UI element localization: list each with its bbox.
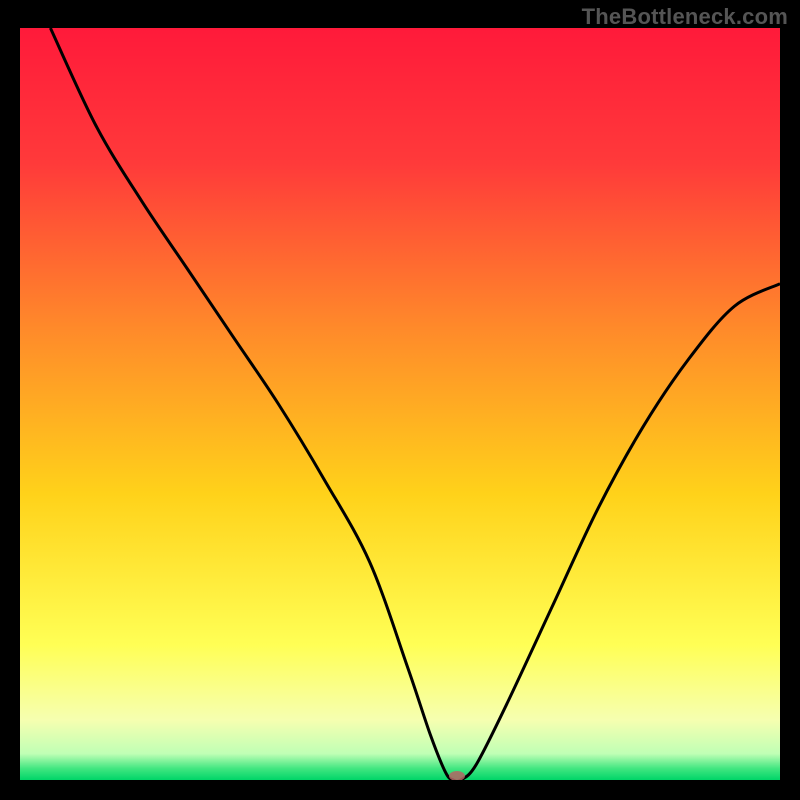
watermark-text: TheBottleneck.com	[582, 4, 788, 30]
chart-svg	[20, 28, 780, 780]
gradient-background	[20, 28, 780, 780]
chart-frame: TheBottleneck.com	[0, 0, 800, 800]
plot-area	[20, 28, 780, 780]
